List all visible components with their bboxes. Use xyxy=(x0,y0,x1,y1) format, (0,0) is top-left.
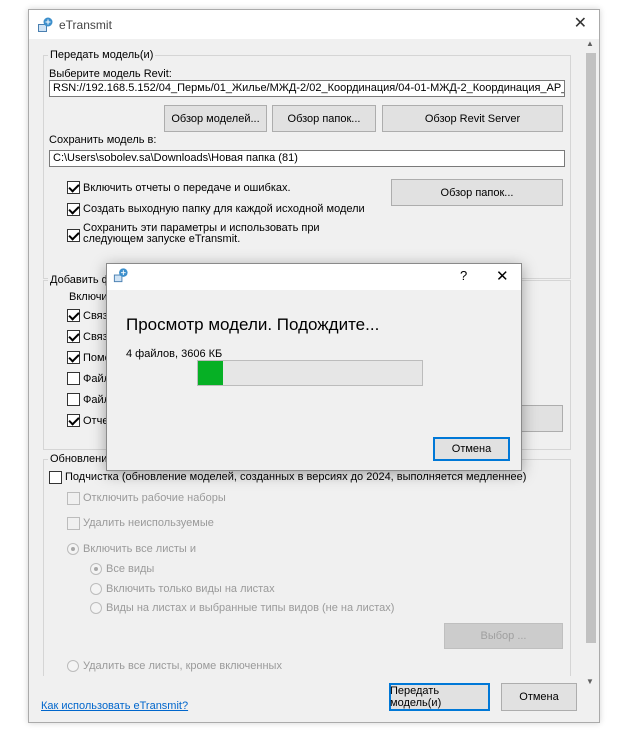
progress-info: 4 файлов, 3606 КБ xyxy=(126,348,223,360)
close-icon[interactable]: ✕ xyxy=(574,14,587,34)
cancel-button[interactable]: Отмена xyxy=(501,683,577,711)
remove-unused-checkbox[interactable] xyxy=(67,517,80,530)
etransmit-app-icon xyxy=(113,268,128,283)
cleanup-label: Подчистка (обновление моделей, созданных… xyxy=(65,471,527,483)
create-output-folder-checkbox[interactable] xyxy=(67,203,80,216)
scroll-up-icon[interactable]: ▲ xyxy=(586,39,594,48)
progress-heading: Просмотр модели. Подождите... xyxy=(126,315,380,334)
include-reports-label: Включить отчеты о передаче и ошибках. xyxy=(83,182,291,194)
transmit-button[interactable]: Передать модель(и) xyxy=(389,683,490,711)
views-on-sheets-radio[interactable] xyxy=(90,583,102,595)
model-path-field[interactable]: RSN://192.168.5.152/04_Пермь/01_Жилье/МЖ… xyxy=(49,80,565,97)
progress-bar xyxy=(197,360,423,386)
add-item-checkbox-1[interactable] xyxy=(67,309,80,322)
views-and-types-radio[interactable] xyxy=(90,602,102,614)
delete-sheets-radio[interactable] xyxy=(67,660,79,672)
add-item-checkbox-3[interactable] xyxy=(67,351,80,364)
browse-folders-save-button[interactable]: Обзор папок... xyxy=(391,179,563,206)
include-all-sheets-label: Включить все листы и xyxy=(83,543,197,555)
select-view-types-button[interactable]: Выбор ... xyxy=(444,623,563,649)
save-settings-label: Сохранить эти параметры и использовать п… xyxy=(83,222,320,245)
create-output-folder-label: Создать выходную папку для каждой исходн… xyxy=(83,203,365,215)
browse-folders-button[interactable]: Обзор папок... xyxy=(272,105,376,132)
delete-sheets-label: Удалить все листы, кроме включенных xyxy=(83,660,282,672)
help-icon[interactable]: ? xyxy=(460,268,467,283)
progress-bar-fill xyxy=(198,361,223,385)
disable-worksets-checkbox[interactable] xyxy=(67,492,80,505)
select-model-label: Выберите модель Revit: xyxy=(49,68,172,80)
progress-cancel-button[interactable]: Отмена xyxy=(433,437,510,461)
all-views-label: Все виды xyxy=(106,563,155,575)
views-on-sheets-label: Включить только виды на листах xyxy=(106,583,275,595)
disable-worksets-label: Отключить рабочие наборы xyxy=(83,492,226,504)
browse-revit-server-button[interactable]: Обзор Revit Server xyxy=(382,105,563,132)
add-item-checkbox-4[interactable] xyxy=(67,372,80,385)
title-bar: eTransmit ✕ xyxy=(29,10,599,39)
help-link[interactable]: Как использовать eTransmit? xyxy=(41,700,188,712)
add-item-label-2: Связ xyxy=(83,331,108,343)
views-and-types-label: Виды на листах и выбранные типы видов (н… xyxy=(106,602,395,614)
scrollbar[interactable]: ▲ ▼ xyxy=(583,39,599,689)
include-reports-checkbox[interactable] xyxy=(67,181,80,194)
scrollbar-thumb[interactable] xyxy=(586,53,596,643)
add-item-checkbox-5[interactable] xyxy=(67,393,80,406)
scroll-down-icon[interactable]: ▼ xyxy=(586,677,594,686)
window-title: eTransmit xyxy=(59,18,112,32)
include-all-sheets-radio[interactable] xyxy=(67,543,79,555)
add-item-checkbox-6[interactable] xyxy=(67,414,80,427)
save-to-label: Сохранить модель в: xyxy=(49,134,157,146)
transfer-group-label: Передать модель(и) xyxy=(48,49,156,61)
footer-bar xyxy=(29,676,583,722)
close-icon[interactable]: ✕ xyxy=(496,267,509,285)
add-item-checkbox-2[interactable] xyxy=(67,330,80,343)
browse-models-button[interactable]: Обзор моделей... xyxy=(164,105,267,132)
cleanup-checkbox[interactable] xyxy=(49,471,62,484)
save-path-field[interactable]: C:\Users\sobolev.sa\Downloads\Новая папк… xyxy=(49,150,565,167)
save-settings-checkbox[interactable] xyxy=(67,229,80,242)
remove-unused-label: Удалить неиспользуемые xyxy=(83,517,214,529)
etransmit-app-icon xyxy=(38,17,53,32)
progress-dialog: ? ✕ Просмотр модели. Подождите... 4 файл… xyxy=(106,263,522,471)
all-views-radio[interactable] xyxy=(90,563,102,575)
progress-dialog-title-bar: ? ✕ xyxy=(107,264,521,290)
